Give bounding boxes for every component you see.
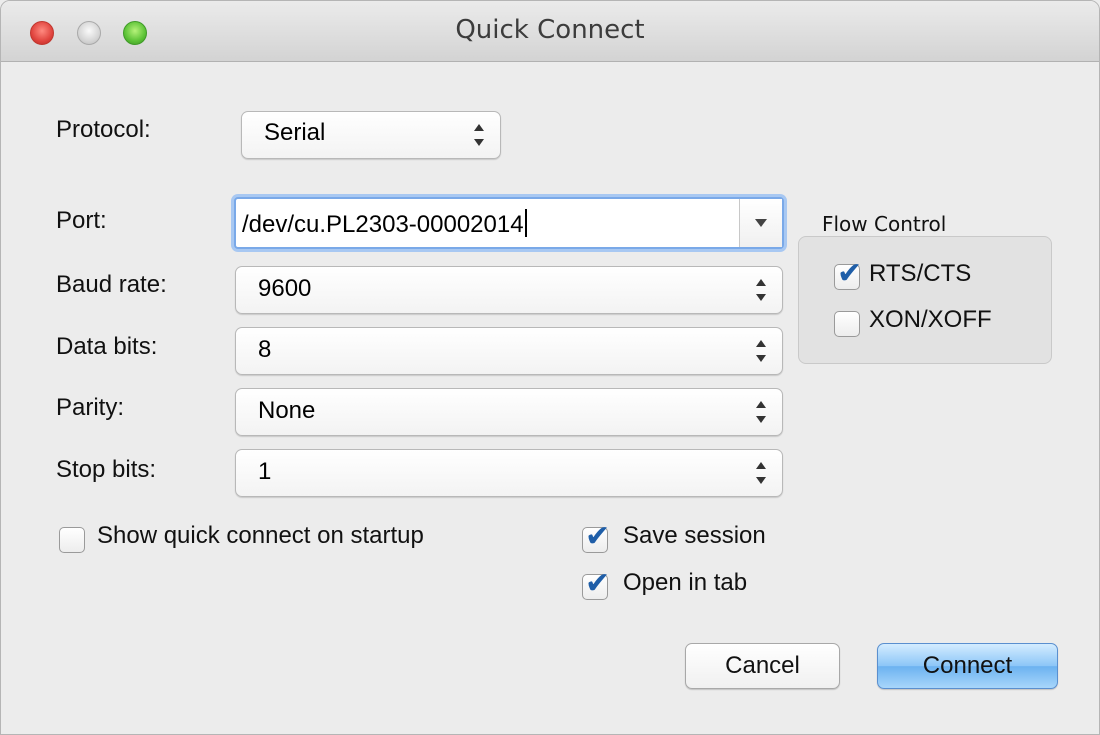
up-down-arrows-icon: [756, 462, 768, 484]
data-bits-select[interactable]: 8: [235, 327, 783, 375]
rts-cts-checkbox[interactable]: ✔: [834, 259, 862, 290]
checkmark-icon: ✔: [585, 566, 611, 601]
protocol-value: Serial: [264, 119, 326, 146]
up-down-arrows-icon: [756, 401, 768, 423]
save-session-label[interactable]: Save session: [623, 522, 766, 550]
stop-bits-value: 1: [258, 458, 272, 485]
title-bar[interactable]: Quick Connect: [1, 1, 1099, 62]
xon-xoff-checkbox[interactable]: [834, 311, 860, 337]
chevron-down-icon: [755, 219, 767, 227]
baud-rate-label: Baud rate:: [56, 271, 167, 298]
stop-bits-select[interactable]: 1: [235, 449, 783, 497]
flow-control-title: Flow Control: [818, 212, 951, 236]
open-in-tab-checkbox[interactable]: ✔: [582, 569, 610, 600]
port-input[interactable]: /dev/cu.PL2303-00002014: [242, 209, 527, 239]
quick-connect-window: Quick Connect Protocol: Serial Port: /de…: [0, 0, 1100, 735]
checkmark-icon: ✔: [837, 256, 863, 291]
data-bits-label: Data bits:: [56, 333, 158, 360]
parity-label: Parity:: [56, 394, 125, 421]
parity-select[interactable]: None: [235, 388, 783, 436]
port-dropdown-button[interactable]: [739, 199, 782, 247]
up-down-arrows-icon: [756, 279, 768, 301]
text-caret: [524, 209, 527, 237]
port-label: Port:: [56, 207, 107, 234]
open-in-tab-label[interactable]: Open in tab: [623, 569, 747, 597]
up-down-arrows-icon: [474, 124, 486, 146]
baud-rate-value: 9600: [258, 275, 312, 302]
protocol-label: Protocol:: [56, 116, 151, 143]
checkmark-icon: ✔: [585, 519, 611, 554]
protocol-select[interactable]: Serial: [241, 111, 501, 159]
port-combobox[interactable]: /dev/cu.PL2303-00002014: [234, 197, 784, 249]
show-quick-connect-checkbox[interactable]: [59, 527, 85, 553]
cancel-button[interactable]: Cancel: [685, 643, 840, 689]
window-title: Quick Connect: [455, 15, 645, 45]
rts-cts-label[interactable]: RTS/CTS: [869, 260, 971, 288]
xon-xoff-label[interactable]: XON/XOFF: [869, 306, 992, 334]
up-down-arrows-icon: [756, 340, 768, 362]
show-quick-connect-label[interactable]: Show quick connect on startup: [97, 522, 424, 550]
parity-value: None: [258, 397, 316, 424]
save-session-checkbox[interactable]: ✔: [582, 522, 610, 553]
stop-bits-label: Stop bits:: [56, 456, 157, 483]
data-bits-value: 8: [258, 336, 272, 363]
connect-button[interactable]: Connect: [877, 643, 1058, 689]
baud-rate-select[interactable]: 9600: [235, 266, 783, 314]
